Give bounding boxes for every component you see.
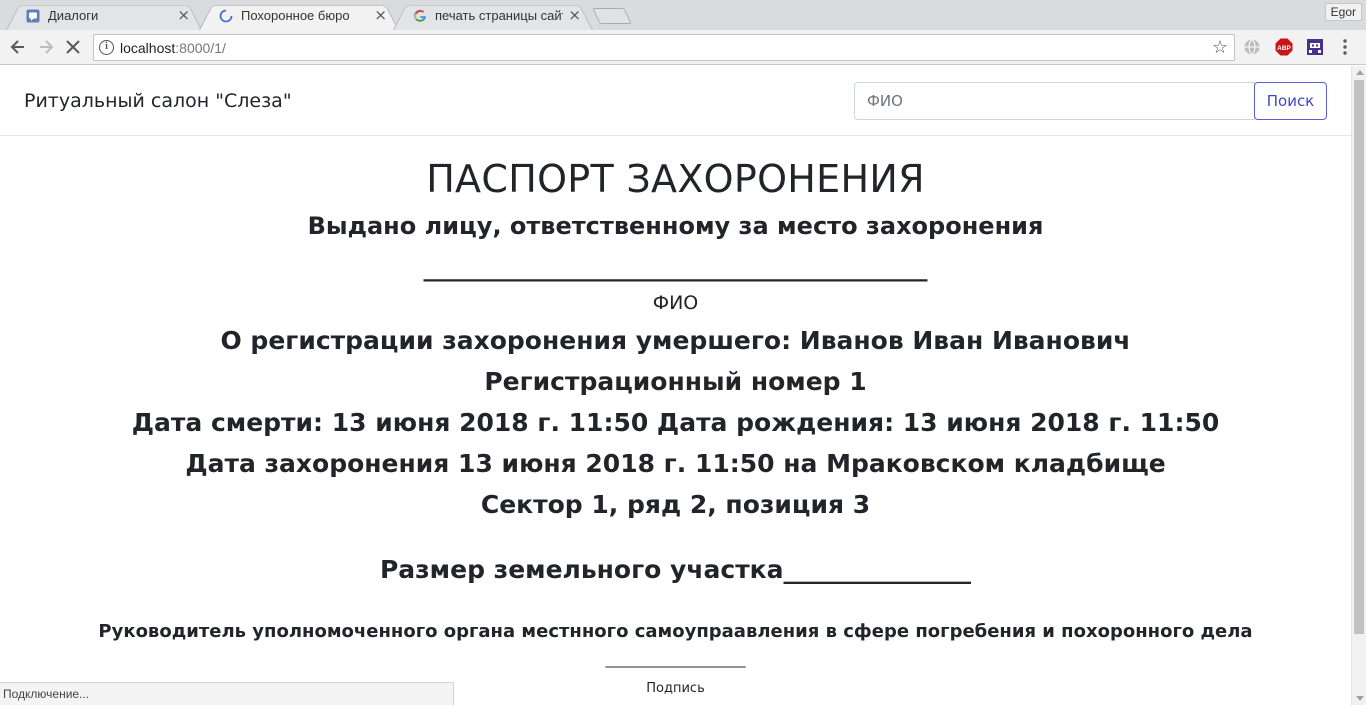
scroll-up-icon[interactable] xyxy=(1356,70,1364,75)
signature-line: ____________________ xyxy=(605,652,746,668)
tab-funeral-bureau[interactable]: Похоронное бюро × xyxy=(199,1,399,30)
page-content: Ритуальный салон "Слеза" Поиск ПАСПОРТ З… xyxy=(0,66,1351,705)
search-button[interactable]: Поиск xyxy=(1254,82,1327,120)
forward-arrow-icon[interactable] xyxy=(36,37,56,57)
head-of-authority-text: Руководитель уполномоченного органа мест… xyxy=(98,621,1253,642)
new-tab-button[interactable] xyxy=(592,8,632,24)
loading-spinner-icon xyxy=(219,9,233,23)
tab-strip: Диалоги × Похоронное бюро × печать стран… xyxy=(0,0,1366,30)
scroll-down-icon[interactable] xyxy=(1356,696,1364,701)
url-text[interactable]: localhost:8000/1/ xyxy=(120,40,226,56)
page-scrollbar[interactable] xyxy=(1351,66,1366,705)
browser-toolbar: i localhost:8000/1/ ☆ ABP xyxy=(0,30,1366,65)
tab-title: Похоронное бюро xyxy=(241,8,350,23)
document-title: ПАСПОРТ ЗАХОРОНЕНИЯ xyxy=(426,157,925,201)
issued-to-text: Выдано лицу, ответственному за место зах… xyxy=(307,212,1044,240)
globe-extension-icon[interactable] xyxy=(1243,38,1261,56)
dates-text: Дата смерти: 13 июня 2018 г. 11:50 Дата … xyxy=(131,408,1220,437)
svg-text:ABP: ABP xyxy=(1277,45,1291,52)
tab-title: Диалоги xyxy=(48,8,99,23)
registration-number: Регистрационный номер 1 xyxy=(484,367,867,396)
menu-kebab-icon[interactable] xyxy=(1340,38,1350,56)
tab-google-search[interactable]: печать страницы сайт × xyxy=(393,1,593,30)
dialog-icon xyxy=(26,9,40,23)
registration-text: О регистрации захоронения умершего: Иван… xyxy=(220,326,1131,355)
fio-blank-line: ________________________________________… xyxy=(423,254,928,282)
scrollbar-thumb[interactable] xyxy=(1354,80,1364,634)
info-icon[interactable]: i xyxy=(99,40,114,55)
profile-button[interactable]: Egor xyxy=(1324,3,1362,21)
stop-loading-icon[interactable] xyxy=(63,37,83,57)
address-bar[interactable]: i localhost:8000/1/ ☆ xyxy=(93,34,1235,61)
bookmark-star-icon[interactable]: ☆ xyxy=(1212,37,1228,58)
sector-text: Сектор 1, ряд 2, позиция 3 xyxy=(480,490,871,519)
fio-search-input[interactable] xyxy=(854,82,1255,120)
plot-size-text: Размер земельного участка_______________ xyxy=(379,555,972,584)
extension-icon[interactable] xyxy=(1306,38,1324,56)
adblock-plus-icon[interactable]: ABP xyxy=(1275,38,1293,56)
close-tab-icon[interactable]: × xyxy=(374,6,387,24)
site-navbar: Ритуальный салон "Слеза" Поиск xyxy=(0,66,1351,136)
status-bubble: Подключение... xyxy=(0,682,454,705)
site-brand[interactable]: Ритуальный салон "Слеза" xyxy=(24,90,292,112)
close-tab-icon[interactable]: × xyxy=(177,6,190,24)
google-g-icon xyxy=(414,9,426,22)
tab-title: печать страницы сайт xyxy=(435,8,563,23)
fio-caption: ФИО xyxy=(652,292,699,314)
back-arrow-icon[interactable] xyxy=(8,37,28,57)
close-tab-icon[interactable]: × xyxy=(568,6,581,24)
burial-text: Дата захоронения 13 июня 2018 г. 11:50 н… xyxy=(185,449,1166,478)
tab-dialogs[interactable]: Диалоги × xyxy=(6,1,202,30)
